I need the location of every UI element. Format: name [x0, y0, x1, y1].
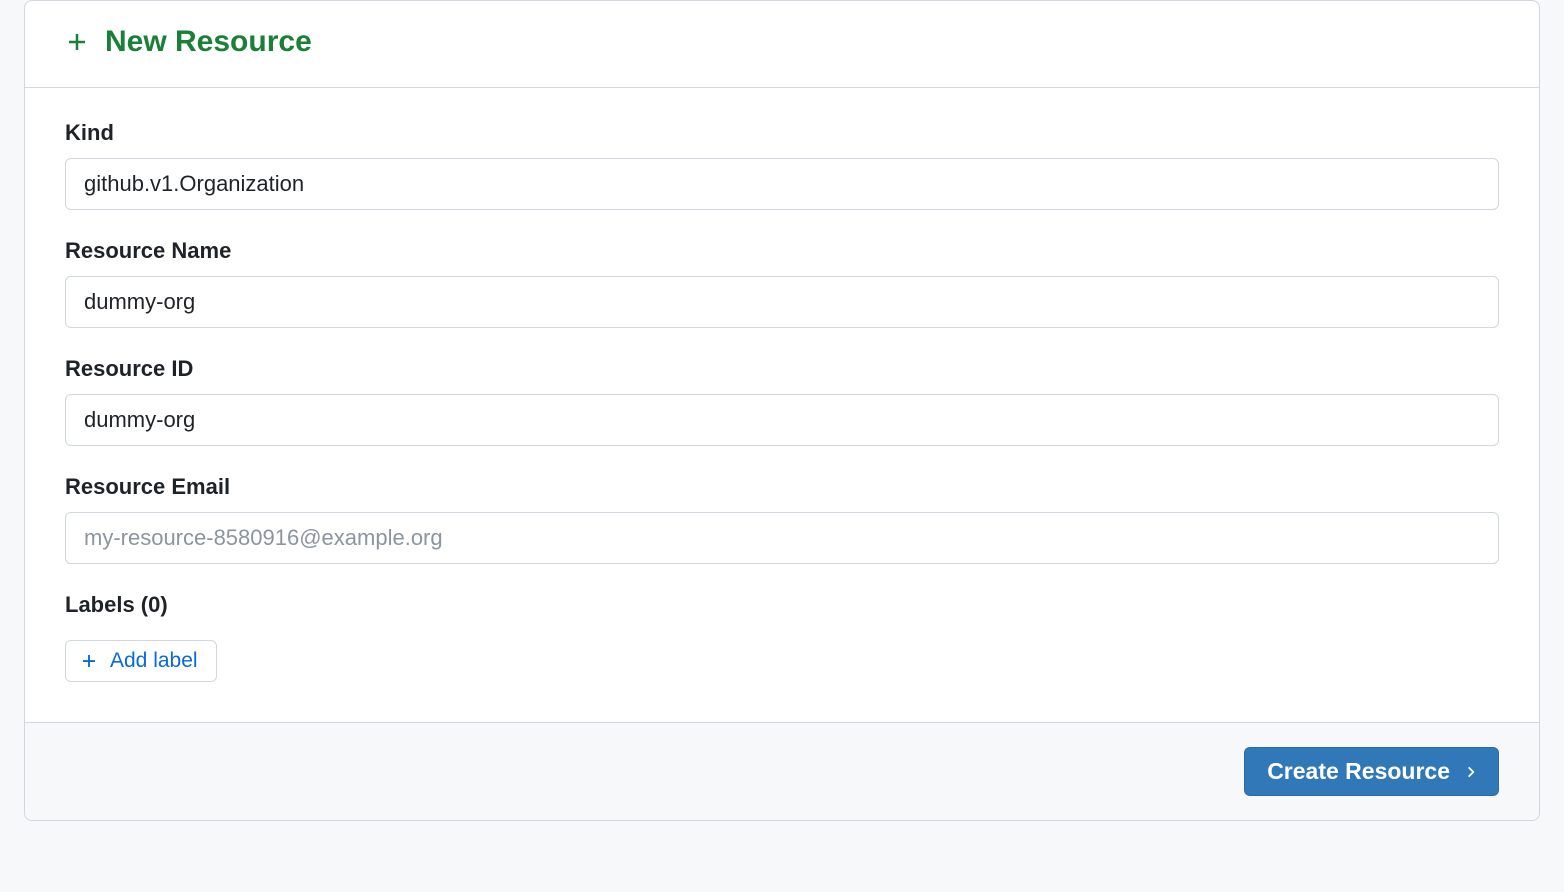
resource-id-input[interactable] — [65, 394, 1499, 446]
form-group-resource-id: Resource ID — [65, 356, 1499, 446]
add-label-button[interactable]: Add label — [65, 640, 217, 682]
resource-name-input[interactable] — [65, 276, 1499, 328]
resource-email-input[interactable] — [65, 512, 1499, 564]
create-resource-text: Create Resource — [1267, 758, 1450, 785]
new-resource-card: New Resource Kind Resource Name Resource… — [24, 0, 1540, 821]
chevron-right-icon — [1464, 758, 1478, 785]
plus-icon — [65, 30, 89, 54]
card-footer: Create Resource — [25, 722, 1539, 820]
create-resource-button[interactable]: Create Resource — [1244, 747, 1499, 796]
resource-id-label: Resource ID — [65, 356, 1499, 382]
kind-label: Kind — [65, 120, 1499, 146]
add-label-text: Add label — [110, 649, 198, 673]
form-group-resource-name: Resource Name — [65, 238, 1499, 328]
resource-email-label: Resource Email — [65, 474, 1499, 500]
card-title: New Resource — [105, 25, 312, 59]
form-group-resource-email: Resource Email — [65, 474, 1499, 564]
resource-name-label: Resource Name — [65, 238, 1499, 264]
form-group-labels: Labels (0) Add label — [65, 592, 1499, 682]
kind-input[interactable] — [65, 158, 1499, 210]
form-group-kind: Kind — [65, 120, 1499, 210]
labels-label: Labels (0) — [65, 592, 1499, 618]
card-body: Kind Resource Name Resource ID Resource … — [25, 88, 1539, 722]
plus-icon — [80, 652, 98, 670]
card-header: New Resource — [25, 1, 1539, 88]
